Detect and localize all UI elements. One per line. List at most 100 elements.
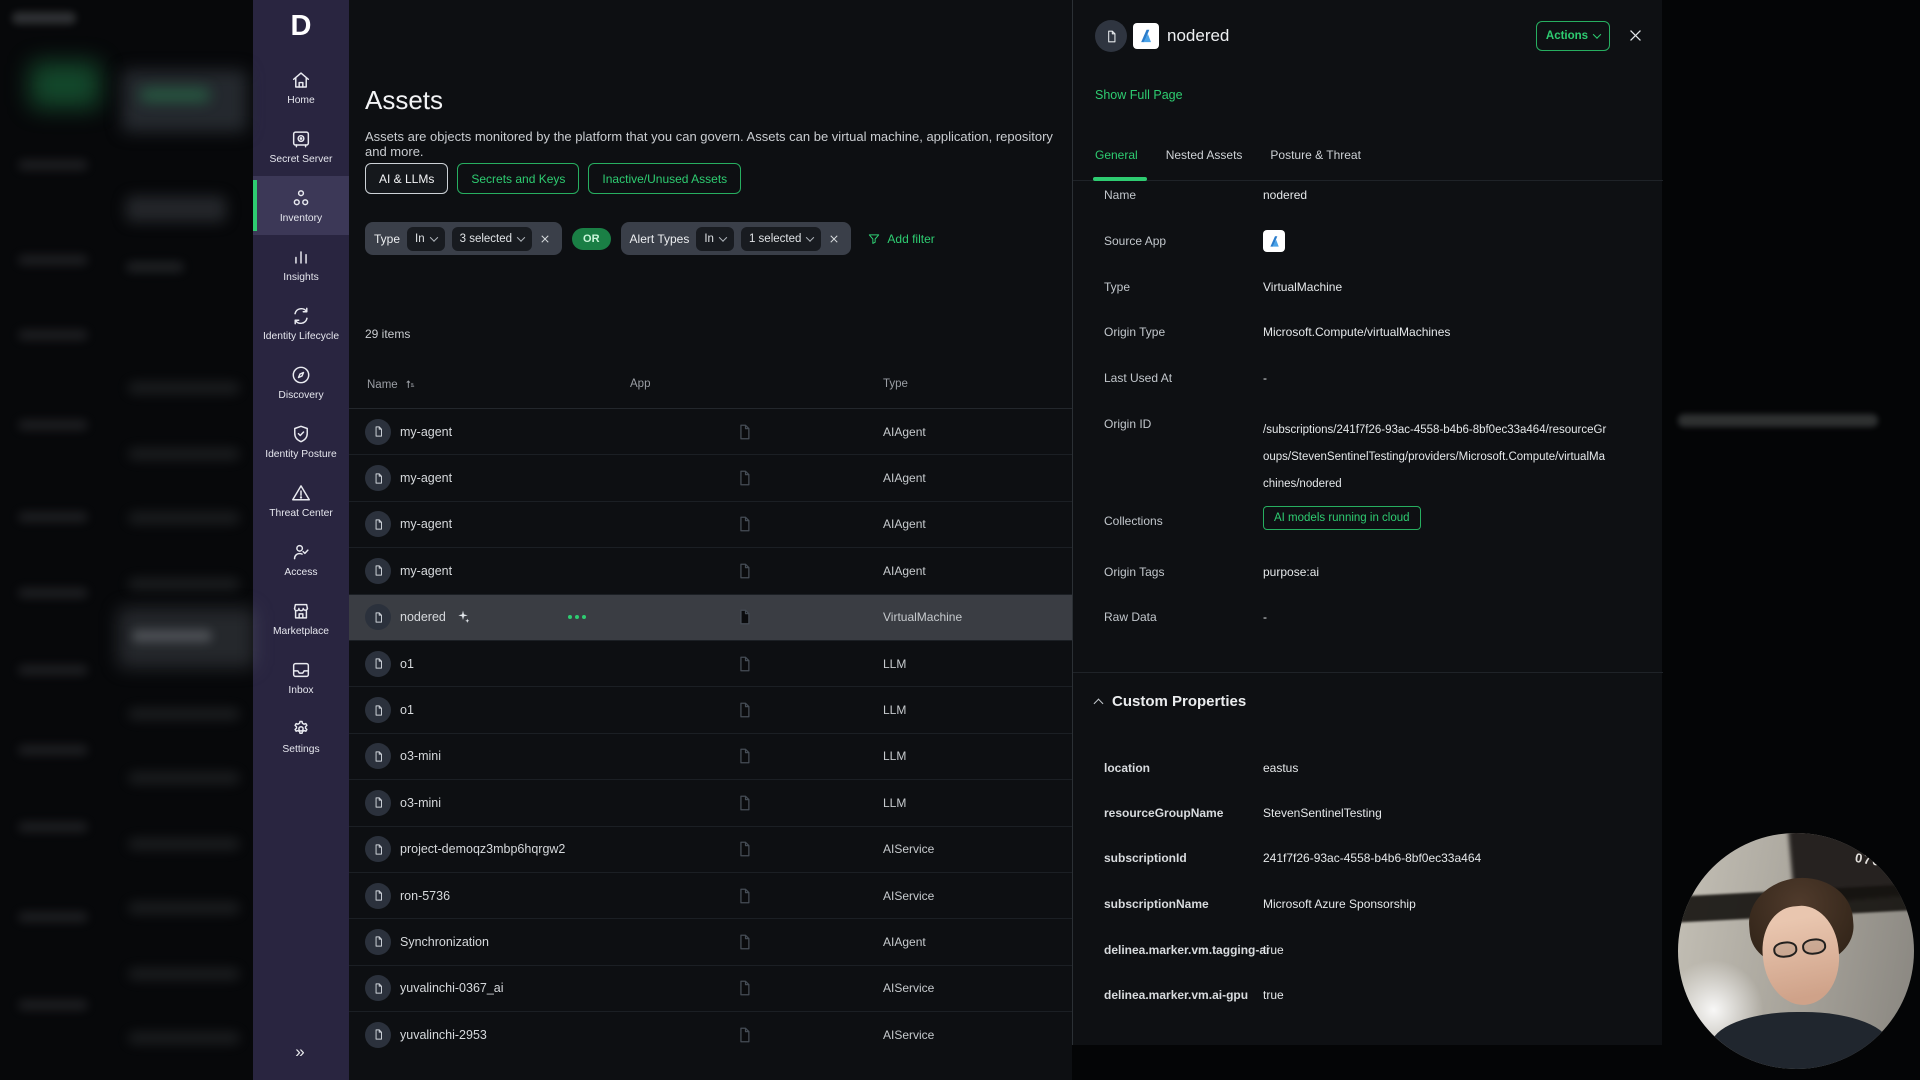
asset-type: AIAgent (883, 471, 926, 485)
field-label: Name (1104, 188, 1136, 202)
table-row[interactable]: yuvalinchi-2953 AIService (349, 1011, 1072, 1057)
quick-filter-inactive-unused-assets[interactable]: Inactive/Unused Assets (588, 163, 741, 194)
sidebar-item-secret-server[interactable]: Secret Server (253, 117, 349, 176)
asset-name: my-agent (400, 564, 452, 578)
app-doc-icon (735, 699, 754, 721)
main-content: Assets Assets are objects monitored by t… (349, 0, 1072, 1080)
tab-nested-assets[interactable]: Nested Assets (1166, 148, 1243, 174)
sidebar-item-access[interactable]: Access (253, 530, 349, 589)
field-value: nodered (1263, 188, 1307, 202)
field-label: subscriptionId (1104, 851, 1187, 865)
field-label: Last Used At (1104, 371, 1172, 385)
table-row[interactable]: o3-mini LLM (349, 733, 1072, 779)
remove-filter-icon[interactable] (539, 232, 553, 246)
asset-type: AIService (883, 981, 934, 995)
chevron-down-icon (517, 233, 525, 241)
tab-general[interactable]: General (1095, 148, 1138, 174)
asset-name: o1 (400, 703, 414, 717)
asset-name: o1 (400, 657, 414, 671)
asset-doc-icon (365, 743, 391, 769)
sidebar-item-marketplace[interactable]: Marketplace (253, 589, 349, 648)
filter-value-dropdown[interactable]: 1 selected (741, 227, 821, 251)
table-row[interactable]: o3-mini LLM (349, 779, 1072, 825)
field-label: Type (1104, 280, 1130, 294)
filter-chip-type: Type In 3 selected (365, 222, 562, 255)
asset-type: LLM (883, 657, 906, 671)
sidebar-item-discovery[interactable]: Discovery (253, 353, 349, 412)
filter-join-pill[interactable]: OR (572, 228, 611, 250)
asset-name: nodered (400, 610, 446, 624)
table-row[interactable]: nodered VirtualMachine (349, 594, 1072, 640)
table-row[interactable]: Synchronization AIAgent (349, 918, 1072, 964)
field-label: Raw Data (1104, 610, 1157, 624)
sidebar-item-settings[interactable]: Settings (253, 707, 349, 766)
custom-properties-header[interactable]: Custom Properties (1095, 693, 1246, 710)
asset-type: LLM (883, 749, 906, 763)
ai-sparkle-icon (455, 609, 471, 625)
quick-filter-secrets-and-keys[interactable]: Secrets and Keys (457, 163, 579, 194)
filter-operator-dropdown[interactable]: In (407, 227, 445, 251)
field-label: resourceGroupName (1104, 806, 1223, 820)
app-doc-icon (735, 931, 754, 953)
chevron-down-icon (1593, 30, 1601, 38)
asset-detail-panel: nodered Actions Show Full Page General Ne… (1072, 0, 1662, 1045)
webcam-overlay: 070 (1678, 833, 1914, 1069)
table-row[interactable]: my-agent AIAgent (349, 547, 1072, 593)
field-value: purpose:ai (1263, 565, 1319, 579)
close-icon[interactable] (1627, 27, 1645, 45)
asset-doc-icon (365, 929, 391, 955)
sidebar: D Home Secret Server Inventory Insights … (253, 0, 349, 1080)
table-row[interactable]: ron-5736 AIService (349, 872, 1072, 918)
column-header-type[interactable]: Type (883, 378, 908, 390)
asset-doc-icon (365, 651, 391, 677)
app-doc-icon (735, 977, 754, 999)
sidebar-item-threat-center[interactable]: Threat Center (253, 471, 349, 530)
sidebar-item-identity-lifecycle[interactable]: Identity Lifecycle (253, 294, 349, 353)
sidebar-item-home[interactable]: Home (253, 58, 349, 117)
asset-type: AIAgent (883, 564, 926, 578)
panel-title: nodered (1167, 26, 1229, 46)
app-logo: D (253, 10, 349, 43)
show-full-page-link[interactable]: Show Full Page (1095, 88, 1183, 102)
field-label: Collections (1104, 514, 1163, 528)
table-row[interactable]: o1 LLM (349, 640, 1072, 686)
app-doc-icon (735, 1024, 754, 1046)
table-row[interactable]: o1 LLM (349, 686, 1072, 732)
panel-tabs: General Nested Assets Posture & Threat (1095, 148, 1361, 174)
sidebar-item-inbox[interactable]: Inbox (253, 648, 349, 707)
add-filter-button[interactable]: Add filter (867, 232, 934, 246)
table-row[interactable]: my-agent AIAgent (349, 408, 1072, 454)
table-row[interactable]: project-demoqz3mbp6hqrgw2 AIService (349, 826, 1072, 872)
field-value: eastus (1263, 761, 1298, 775)
filter-value-dropdown[interactable]: 3 selected (452, 227, 532, 251)
table-row[interactable]: my-agent AIAgent (349, 501, 1072, 547)
quick-filter-ai-llms[interactable]: AI & LLMs (365, 163, 448, 194)
sidebar-item-inventory[interactable]: Inventory (253, 176, 349, 235)
collection-chip[interactable]: AI models running in cloud (1263, 506, 1421, 530)
asset-type: AIAgent (883, 517, 926, 531)
actions-button[interactable]: Actions (1536, 21, 1610, 51)
column-header-name[interactable]: Name (367, 378, 417, 391)
asset-type: AIService (883, 889, 934, 903)
asset-name: ron-5736 (400, 889, 450, 903)
field-value: true (1263, 943, 1284, 957)
sidebar-expand-button[interactable]: » (253, 1042, 349, 1062)
filter-operator-dropdown[interactable]: In (696, 227, 734, 251)
sidebar-item-identity-posture[interactable]: Identity Posture (253, 412, 349, 471)
field-label: Origin Tags (1104, 565, 1164, 579)
filter-chip-alert-types: Alert Types In 1 selected (621, 222, 852, 255)
loading-dots (568, 615, 586, 619)
column-header-app[interactable]: App (630, 378, 650, 390)
background-blur-left (0, 0, 253, 1080)
tab-posture-threat[interactable]: Posture & Threat (1270, 148, 1361, 174)
person-shirt (1711, 1012, 1890, 1069)
field-value: - (1263, 371, 1267, 385)
sidebar-item-insights[interactable]: Insights (253, 235, 349, 294)
remove-filter-icon[interactable] (828, 232, 842, 246)
chevron-down-icon (719, 233, 727, 241)
table-row[interactable]: my-agent AIAgent (349, 454, 1072, 500)
asset-doc-icon (365, 604, 391, 630)
collapse-caret-icon (1094, 699, 1104, 709)
vault-icon (290, 128, 312, 150)
table-row[interactable]: yuvalinchi-0367_ai AIService (349, 965, 1072, 1011)
